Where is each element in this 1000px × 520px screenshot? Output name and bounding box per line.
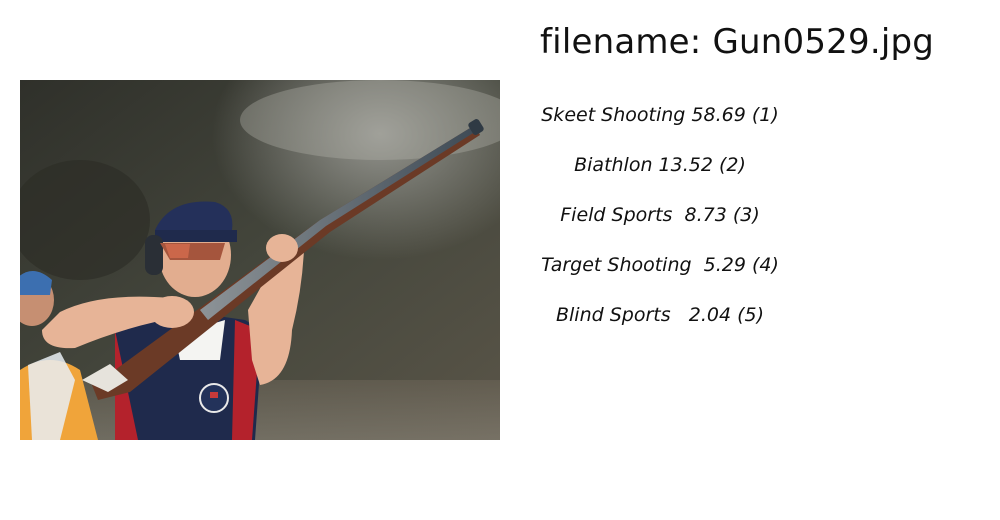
shooter-image — [20, 80, 500, 440]
prediction-item: Target Shooting 5.29 (4) — [541, 254, 779, 276]
prediction-list: Skeet Shooting 58.69 (1) Biathlon 13.52 … — [540, 100, 780, 350]
prediction-item: Skeet Shooting 58.69 (1) — [541, 104, 779, 126]
prediction-item: Field Sports 8.73 (3) — [560, 204, 760, 226]
prediction-item: Biathlon 13.52 (2) — [574, 154, 746, 176]
prediction-item: Blind Sports 2.04 (5) — [555, 304, 765, 326]
sports-photo — [20, 80, 500, 440]
filename-label: filename: Gun0529.jpg — [540, 22, 935, 62]
